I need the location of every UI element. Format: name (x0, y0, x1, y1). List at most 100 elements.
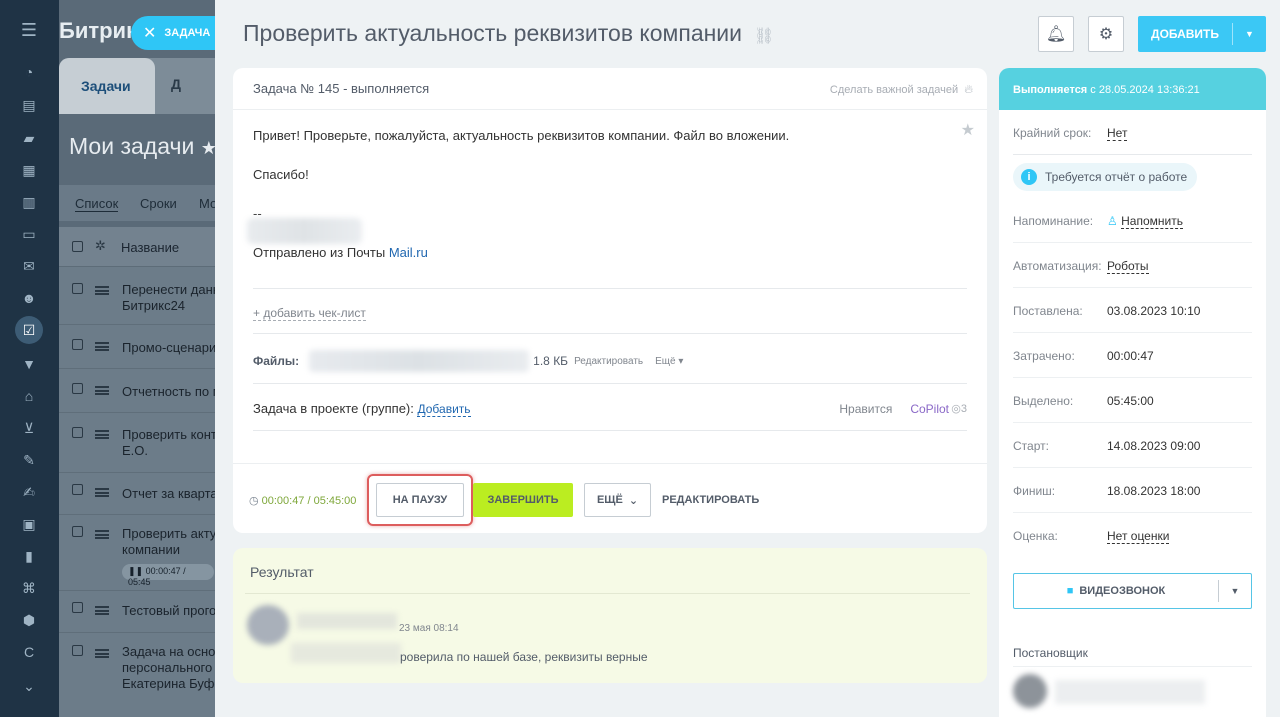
list-item[interactable]: Перенести данн Битрикс24 (59, 267, 220, 325)
favorite-star-icon[interactable]: ★ (961, 120, 975, 140)
row-checkbox[interactable] (72, 602, 83, 613)
copy-link-icon[interactable]: ⛓ (754, 28, 774, 45)
robot-icon[interactable]: ⌘ (19, 578, 39, 598)
deadline-value[interactable]: Нет (1107, 126, 1128, 141)
contacts-icon[interactable]: ▣ (19, 514, 39, 534)
drag-menu-icon[interactable] (95, 430, 109, 439)
news-icon[interactable]: ▤ (19, 95, 39, 115)
file-edit-link[interactable]: Редактировать (574, 356, 643, 367)
settings-gear-icon[interactable]: ✲ (95, 238, 106, 254)
list-item[interactable]: Проверить конт Е.О. (59, 413, 219, 473)
more-button[interactable]: ЕЩЁ ⌄ (584, 483, 651, 517)
make-important-link[interactable]: Сделать важной задачей 🔥︎ (830, 82, 973, 97)
row-checkbox[interactable] (72, 339, 83, 350)
row-checkbox[interactable] (72, 484, 83, 495)
drag-menu-icon[interactable] (95, 488, 109, 497)
rating-link[interactable]: Нет оценки (1107, 529, 1170, 544)
sign-icon[interactable]: ✍ (19, 482, 39, 502)
more-button-label: ЕЩЁ (596, 494, 623, 506)
row-title[interactable]: Проверить акту компании (122, 526, 216, 558)
row-checkbox[interactable] (72, 427, 83, 438)
tasks-icon[interactable]: ☑ (15, 316, 43, 344)
row-title[interactable]: Отчетность по м (122, 384, 222, 400)
chevron-down-icon[interactable]: ▼ (1233, 29, 1266, 39)
drag-menu-icon[interactable] (95, 342, 109, 351)
documents-icon[interactable]: ▥ (19, 192, 39, 212)
analytics-icon[interactable]: ▮ (19, 546, 39, 566)
reminder-link[interactable]: Напомнить (1121, 214, 1183, 229)
row-title[interactable]: Проверить конт Е.О. (122, 427, 217, 459)
row-checkbox[interactable] (72, 383, 83, 394)
row-title[interactable]: Задача на основ персонального Екатерина … (122, 644, 225, 692)
crm-funnel-icon[interactable]: ▼ (19, 354, 39, 374)
list-item[interactable]: Отчет за кварта (59, 473, 219, 515)
background-list: ✲ Название Перенести данн Битрикс24 Пром… (59, 227, 225, 717)
shop-icon[interactable]: ⊻ (19, 418, 39, 438)
drag-menu-icon[interactable] (95, 530, 109, 539)
copilot-icon[interactable]: C (19, 642, 39, 662)
select-all-checkbox[interactable] (72, 241, 83, 252)
background-tab-tasks[interactable]: Задачи (59, 58, 155, 114)
finish-button[interactable]: ЗАВЕРШИТЬ (473, 483, 573, 517)
deadline-row: Крайний срок: Нет (1013, 110, 1252, 155)
copilot-link[interactable]: CoPilot (910, 402, 949, 416)
mail-icon[interactable]: ✉ (19, 256, 39, 276)
allocated-row: Выделено: 05:45:00 (1013, 378, 1252, 423)
row-title[interactable]: Промо-сценари (122, 340, 216, 356)
settings-button[interactable]: ⚙ (1088, 16, 1124, 52)
view-list[interactable]: Список (75, 196, 119, 212)
row-title[interactable]: Тестовый прого (122, 603, 216, 619)
background-tab-second[interactable]: Д (171, 76, 181, 92)
row-checkbox[interactable] (72, 283, 83, 294)
automation-link[interactable]: Роботы (1107, 259, 1149, 274)
divider (245, 593, 970, 594)
drag-menu-icon[interactable] (95, 386, 109, 395)
deadline-label: Крайний срок: (1013, 126, 1092, 140)
add-checklist-link[interactable]: + добавить чек-лист (253, 306, 366, 321)
employees-icon[interactable]: ☻ (19, 288, 39, 308)
drive-icon[interactable]: ▭ (19, 224, 39, 244)
row-title[interactable]: Перенести данн Битрикс24 (122, 282, 220, 314)
blurred-file-name[interactable] (309, 350, 530, 372)
menu-icon[interactable]: ☰ (19, 20, 39, 40)
row-checkbox[interactable] (72, 645, 83, 656)
market-icon[interactable]: ⬢ (19, 610, 39, 630)
like-link[interactable]: Нравится (839, 402, 892, 416)
mail-link[interactable]: Mail.ru (389, 245, 428, 260)
row-checkbox[interactable] (72, 526, 83, 537)
view-deadlines[interactable]: Сроки (140, 196, 177, 211)
drag-menu-icon[interactable] (95, 606, 109, 615)
more-icon[interactable]: ⌄ (19, 676, 39, 696)
edit-button[interactable]: РЕДАКТИРОВАТЬ (662, 494, 759, 506)
company-icon[interactable]: ⌂ (19, 386, 39, 406)
drag-menu-icon[interactable] (95, 286, 109, 295)
close-task-slider-button[interactable]: ✕ ЗАДАЧА (131, 16, 217, 50)
gear-icon: ⚙ (1098, 26, 1114, 43)
feed-icon[interactable]: ◔ (19, 62, 39, 82)
drag-menu-icon[interactable] (95, 649, 109, 658)
result-title: Результат (250, 564, 314, 580)
checklist-icon[interactable]: ✎ (19, 450, 39, 470)
list-item[interactable]: Промо-сценари (59, 325, 219, 369)
row-title[interactable]: Отчет за кварта (122, 486, 218, 502)
report-required-badge: i Требуется отчёт о работе (1013, 163, 1197, 191)
list-item[interactable]: Отчетность по м (59, 369, 222, 413)
views-count: 3 (960, 403, 967, 415)
project-add-link[interactable]: Добавить (417, 402, 471, 417)
chevron-down-icon[interactable]: ▼ (1219, 586, 1251, 596)
calendar-icon[interactable]: ▦ (19, 160, 39, 180)
file-more-link[interactable]: Ещё ▾ (655, 356, 683, 367)
pause-button[interactable]: НА ПАУЗУ (376, 483, 464, 517)
chat-icon[interactable]: ▰ (19, 128, 39, 148)
blurred-creator-avatar[interactable] (1013, 674, 1047, 708)
reminder-value[interactable]: ♙ Напомнить (1107, 214, 1183, 229)
blurred-creator-name[interactable] (1055, 680, 1205, 704)
add-button[interactable]: ДОБАВИТЬ ▼ (1138, 16, 1266, 52)
file-more-label: Ещё (655, 355, 676, 367)
video-call-button[interactable]: ■ ВИДЕОЗВОНОК ▼ (1013, 573, 1252, 609)
notification-button[interactable]: 🔔︎ (1038, 16, 1074, 52)
blurred-avatar (247, 605, 289, 645)
list-item[interactable]: Тестовый прого (59, 591, 219, 633)
chevron-down-icon: ⌄ (628, 494, 639, 507)
list-item[interactable]: Задача на основ персонального Екатерина … (59, 633, 225, 717)
